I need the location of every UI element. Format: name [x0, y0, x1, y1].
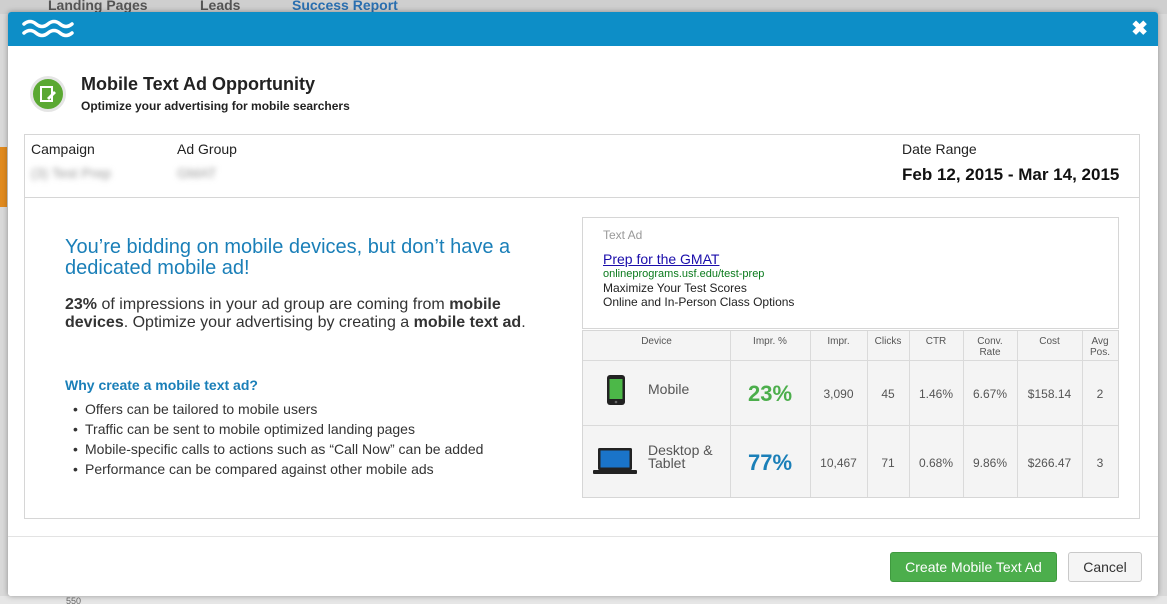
wave-logo-icon	[22, 19, 74, 38]
campaign-label: Campaign	[31, 141, 95, 157]
header-ctr: CTR	[925, 336, 947, 347]
impression-pct: 23%	[65, 296, 98, 313]
header-conv-rate: Conv. Rate	[977, 336, 1003, 358]
cost-mobile: $158.14	[1027, 387, 1072, 401]
clicks-mobile: 45	[881, 387, 895, 401]
modal-footer: Create Mobile Text Ad Cancel	[8, 536, 1158, 596]
modal-header: ✖	[8, 12, 1158, 46]
close-icon[interactable]: ✖	[1131, 18, 1148, 40]
header-clicks: Clicks	[874, 336, 902, 347]
text-ad-line-1: Maximize Your Test Scores	[603, 281, 747, 295]
edit-ad-icon	[30, 76, 66, 112]
bg-side-tag	[0, 147, 7, 207]
header-avg-pos: Avg Pos.	[1089, 336, 1110, 358]
ad-group-label: Ad Group	[177, 141, 237, 157]
ad-group-value: GMAT	[177, 165, 217, 181]
content-box: Campaign (3) Test Prep Ad Group GMAT Dat…	[24, 134, 1140, 519]
header-device: Device	[641, 336, 672, 347]
cost-desktop: $266.47	[1027, 456, 1072, 470]
device-desktop-tablet: Desktop & Tablet	[648, 442, 713, 471]
impr-pct-desktop: 77%	[747, 450, 793, 475]
text-ad-title-link[interactable]: Prep for the GMAT	[603, 251, 719, 267]
modal-title: Mobile Text Ad Opportunity	[81, 74, 315, 94]
date-range-value: Feb 12, 2015 - Mar 14, 2015	[902, 165, 1120, 184]
impr-pct-mobile: 23%	[747, 381, 793, 406]
text-ad-url: onlineprograms.usf.edu/test-prep	[603, 268, 765, 280]
impr-desktop: 10,467	[820, 456, 857, 470]
cancel-button[interactable]: Cancel	[1068, 552, 1142, 582]
header-impr: Impr.	[827, 336, 850, 347]
text-ad-label: Text Ad	[603, 228, 643, 242]
mobile-phone-icon	[607, 375, 625, 405]
list-item: Performance can be compared against othe…	[73, 459, 483, 479]
list-item: Offers can be tailored to mobile users	[73, 399, 483, 419]
headline: You’re bidding on mobile devices, but do…	[65, 236, 511, 279]
clicks-desktop: 71	[881, 456, 895, 470]
text-ad-preview: Text Ad Prep for the GMAT onlineprograms…	[582, 217, 1119, 329]
bg-chart-area	[0, 596, 1167, 604]
impr-mobile: 3,090	[823, 387, 854, 401]
modal-subtitle: Optimize your advertising for mobile sea…	[81, 99, 350, 113]
bg-axis-label: 550	[66, 596, 82, 604]
create-mobile-text-ad-button[interactable]: Create Mobile Text Ad	[890, 552, 1057, 582]
header-cost: Cost	[1039, 336, 1060, 347]
ctr-desktop: 0.68%	[918, 456, 954, 470]
date-range-label: Date Range	[902, 141, 977, 157]
avg-pos-desktop: 3	[1096, 456, 1104, 470]
laptop-icon	[593, 448, 637, 474]
conv-rate-desktop: 9.86%	[972, 456, 1008, 470]
info-bar: Campaign (3) Test Prep Ad Group GMAT Dat…	[25, 135, 1139, 198]
mobile-ad-modal: ✖ Mobile Text Ad Opportunity Optimize yo…	[8, 12, 1158, 596]
text-ad-line-2: Online and In-Person Class Options	[603, 295, 795, 309]
ctr-mobile: 1.46%	[918, 387, 954, 401]
list-item: Traffic can be sent to mobile optimized …	[73, 419, 483, 439]
device-mobile: Mobile	[648, 381, 690, 397]
campaign-value: (3) Test Prep	[31, 165, 111, 181]
list-item: Mobile-specific calls to actions such as…	[73, 439, 483, 459]
device-stats-table: Device Impr. % Impr. Clicks CTR Conv. Rat…	[582, 330, 1119, 498]
modal-title-row: Mobile Text Ad Opportunity Optimize your…	[30, 74, 630, 116]
benefit-list: Offers can be tailored to mobile users T…	[73, 399, 483, 479]
body-text: 23% of impressions in your ad group are …	[65, 296, 526, 331]
header-impr-pct: Impr. %	[753, 336, 787, 347]
conv-rate-mobile: 6.67%	[972, 387, 1008, 401]
avg-pos-mobile: 2	[1096, 387, 1104, 401]
why-title: Why create a mobile text ad?	[65, 377, 258, 393]
